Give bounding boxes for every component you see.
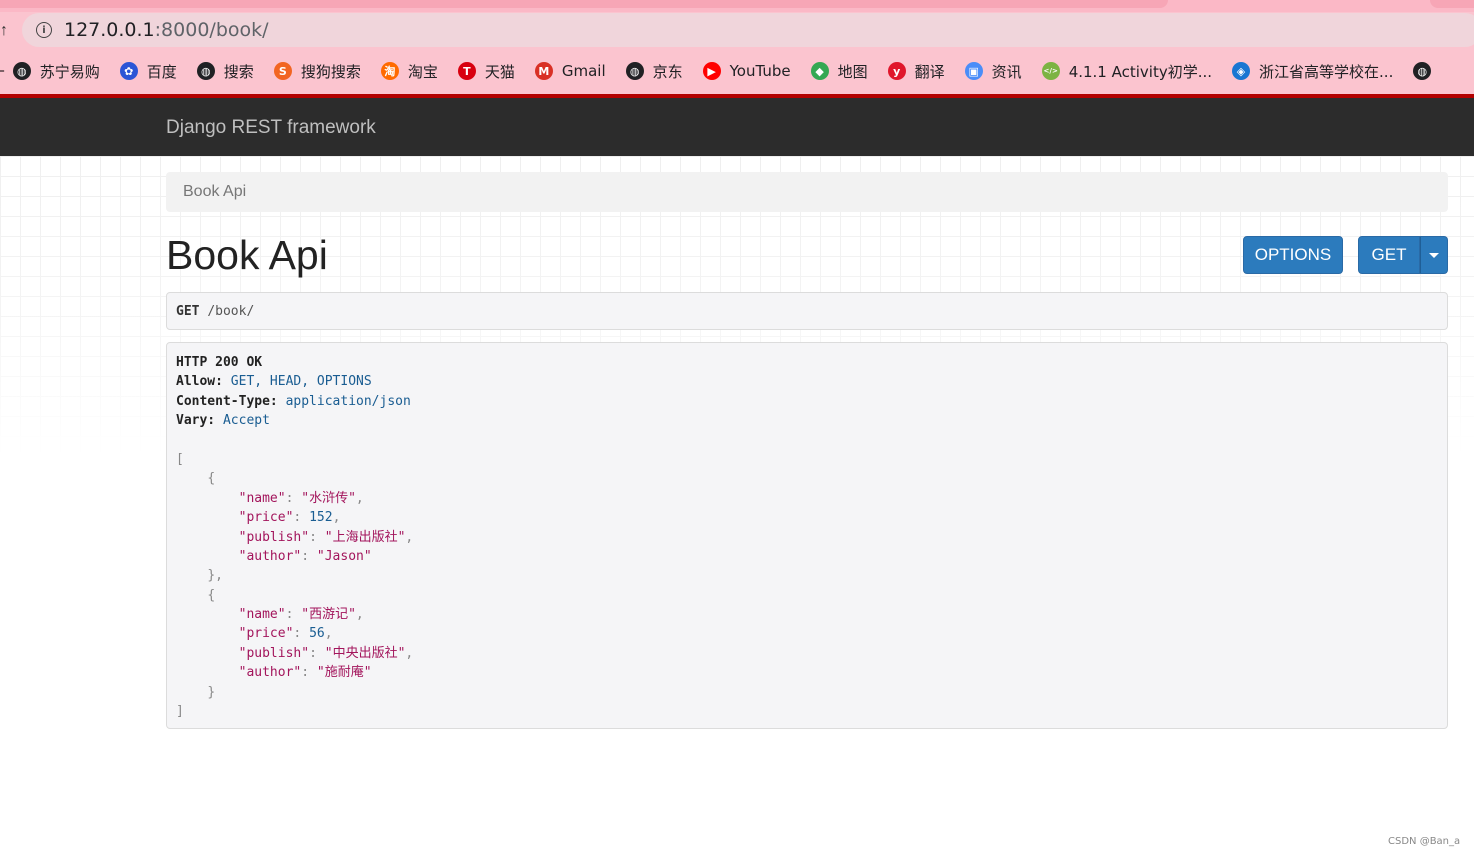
bookmark-item[interactable]: ◍ 苏宁易购 <box>12 61 100 82</box>
bookmark-item[interactable]: ▶ YouTube <box>702 62 791 80</box>
bookmark-label: 浙江省高等学校在... <box>1259 62 1394 81</box>
breadcrumb: Book Api <box>166 172 1448 212</box>
taobao-icon: 淘 <box>380 62 399 80</box>
header-value: Accept <box>222 413 270 429</box>
bookmark-item[interactable]: ▣ 资讯 <box>964 61 1022 82</box>
maps-icon: ◆ <box>810 62 829 80</box>
json-string: "Jason" <box>316 548 372 564</box>
youtube-icon: ▶ <box>702 62 721 80</box>
navbar-brand[interactable]: Django REST framework <box>166 117 376 139</box>
bookmark-label: 地图 <box>837 62 868 81</box>
header-key: Vary: <box>176 413 216 429</box>
bookmark-item[interactable]: 淘淘宝 <box>380 61 438 82</box>
tab-strip <box>0 0 1474 12</box>
bookmark-overflow-item[interactable]: ◍ <box>1413 62 1440 80</box>
bookmark-item[interactable]: T 天猫 <box>457 61 515 82</box>
news-icon: ▣ <box>964 62 983 80</box>
bookmark-label: 翻译 <box>914 62 945 81</box>
bookmark-item[interactable]: ◍ 京东 <box>625 61 683 82</box>
bookmark-label: 资讯 <box>991 62 1022 81</box>
options-button[interactable]: OPTIONS <box>1243 236 1343 274</box>
bookmark-cutoff: ⌐ <box>0 62 5 80</box>
bookmark-item[interactable]: M Gmail <box>534 62 606 80</box>
caret-down-icon <box>1429 252 1439 258</box>
bookmark-item[interactable]: ◍ 搜索 <box>196 61 254 82</box>
breadcrumb-item-book-api[interactable]: Book Api <box>183 183 246 200</box>
header-value: GET, HEAD, OPTIONS <box>230 374 372 390</box>
request-info: GET /book/ <box>166 292 1448 330</box>
json-string: "水浒传" <box>301 490 356 506</box>
navbar: Django REST framework <box>0 98 1474 156</box>
school-icon: ◈ <box>1232 62 1251 80</box>
globe-icon: ◍ <box>12 62 31 80</box>
response-status: HTTP 200 OK <box>176 355 263 370</box>
json-string: "西游记" <box>301 607 356 623</box>
json-number: 152 <box>309 510 333 526</box>
browser-toolbar: ↑ i 127.0.0.1:8000/book/ <box>0 12 1474 48</box>
watermark: CSDN @Ban_a <box>1388 836 1461 847</box>
response-json-body: [ { "name": "水浒传", "price": 152, "publis… <box>176 451 414 720</box>
header-key: Content-Type: <box>176 393 278 409</box>
globe-icon: ◍ <box>625 62 644 80</box>
json-string: "上海出版社" <box>324 529 406 545</box>
response-info: HTTP 200 OK Allow: GET, HEAD, OPTIONS Co… <box>166 342 1448 729</box>
request-path: /book/ <box>207 304 255 319</box>
bookmark-item[interactable]: ◆ 地图 <box>810 61 868 82</box>
bookmark-item[interactable]: </> 4.1.1 Activity初学... <box>1041 61 1213 82</box>
globe-icon: ◍ <box>1413 62 1432 80</box>
bookmark-label: YouTube <box>729 62 791 80</box>
bookmark-item[interactable]: ✿ 百度 <box>119 61 177 82</box>
bookmark-item[interactable]: y 翻译 <box>887 61 945 82</box>
url-text: 127.0.0.1:8000/book/ <box>64 19 269 41</box>
tmall-icon: T <box>457 62 476 80</box>
site-info-icon[interactable]: i <box>36 22 52 38</box>
json-string: "中央出版社" <box>324 645 406 661</box>
get-button[interactable]: GET <box>1358 236 1420 274</box>
request-method: GET <box>176 304 200 319</box>
bookmarks-bar: ⌐ ◍ 苏宁易购 ✿ 百度 ◍ 搜索 S 搜狗搜索淘淘宝 T 天猫 M Gmail ◍ 京东 ▶ YouTub… <box>0 48 1474 94</box>
address-bar[interactable]: i 127.0.0.1:8000/book/ <box>22 13 1474 47</box>
bookmark-label: 天猫 <box>484 62 515 81</box>
json-number: 56 <box>309 626 325 642</box>
header-key: Allow: <box>176 374 223 390</box>
json-string: "施耐庵" <box>316 665 372 681</box>
bookmark-label: 搜索 <box>223 62 254 81</box>
bookmark-label: Gmail <box>561 62 606 80</box>
code-icon: </> <box>1041 62 1060 80</box>
bookmark-label: 淘宝 <box>407 62 438 81</box>
back-arrow-icon[interactable]: ↑ <box>0 22 8 40</box>
youdao-icon: y <box>887 62 906 80</box>
next-tab[interactable] <box>1430 0 1474 8</box>
bookmark-label: 4.1.1 Activity初学... <box>1068 62 1213 81</box>
active-tab[interactable] <box>0 0 1168 8</box>
bookmark-label: 百度 <box>146 62 177 81</box>
get-format-dropdown[interactable] <box>1420 236 1448 274</box>
gmail-icon: M <box>534 62 553 80</box>
sogou-icon: S <box>273 62 292 80</box>
bookmark-item[interactable]: ◈ 浙江省高等学校在... <box>1232 61 1393 82</box>
globe-icon: ◍ <box>196 62 215 80</box>
bookmark-label: 苏宁易购 <box>39 62 100 81</box>
baidu-paw-icon: ✿ <box>119 62 138 80</box>
bookmark-label: 搜狗搜索 <box>300 62 361 81</box>
header-value: application/json <box>285 393 411 409</box>
bookmark-label: 京东 <box>652 62 683 81</box>
bookmark-item[interactable]: S 搜狗搜索 <box>273 61 361 82</box>
page-title: Book Api <box>166 232 328 278</box>
